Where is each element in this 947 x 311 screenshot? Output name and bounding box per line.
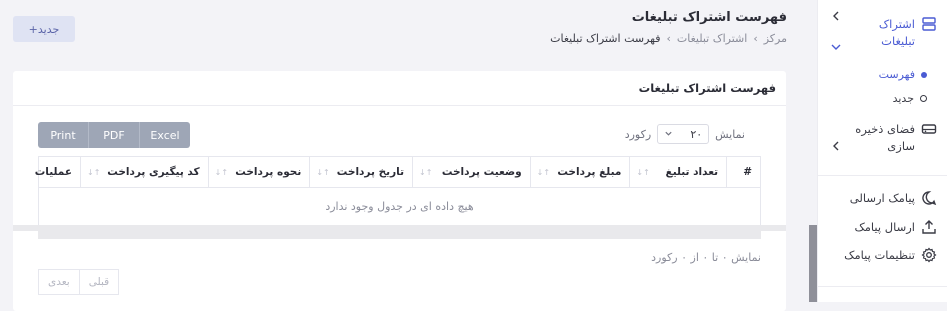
sort-icon: ↑↓ bbox=[536, 167, 551, 177]
export-button-group: Print PDF Excel bbox=[38, 122, 190, 148]
sidebar-item-ad-subscription[interactable]: اشتراک تبلیغات bbox=[855, 16, 937, 50]
horizontal-scrollbar[interactable] bbox=[13, 225, 786, 231]
sidebar-item-label: تنظیمات پیامک bbox=[844, 248, 915, 262]
table-header-row: # تعداد تبلیغ ↑↓ مبلغ پرداخت ↑↓ وضعیت پر… bbox=[35, 156, 761, 188]
chevron-left-icon bbox=[832, 10, 840, 24]
breadcrumb: مرکز › اشتراک تبلیغات › فهرست اشتراک تبل… bbox=[550, 32, 787, 45]
column-header-label: نحوه پرداخت bbox=[235, 166, 302, 178]
sidebar-item-sent-sms[interactable]: پیامک ارسالی bbox=[850, 190, 937, 206]
column-header-label: تاریخ پرداخت bbox=[336, 166, 405, 178]
column-header-payment-status[interactable]: وضعیت پرداخت ↑↓ bbox=[412, 157, 530, 187]
sidebar-item-sms-settings[interactable]: تنظیمات پیامک bbox=[844, 247, 937, 263]
column-header-payment-method[interactable]: نحوه پرداخت ↑↓ bbox=[207, 157, 310, 187]
card-divider bbox=[13, 105, 786, 106]
sidebar-subitem-label: جدید bbox=[892, 92, 914, 105]
sidebar-item-label: ارسال پیامک bbox=[854, 220, 915, 234]
list-card: فهرست اشتراک تبلیغات Print PDF Excel نما… bbox=[13, 71, 786, 311]
page-length-control: نمایش ۲۰ رکورد bbox=[625, 124, 745, 144]
sidebar-subitem-list[interactable]: فهرست bbox=[879, 68, 927, 81]
sidebar-divider bbox=[818, 286, 947, 287]
sort-icon: ↑↓ bbox=[316, 167, 330, 177]
sort-icon: ↑↓ bbox=[636, 167, 650, 177]
sidebar-divider bbox=[818, 175, 947, 176]
table-info: نمایش ۰ تا ۰ از ۰ رکورد bbox=[651, 251, 761, 264]
column-header-label: کد پیگیری پرداخت bbox=[107, 166, 200, 178]
print-button[interactable]: Print bbox=[38, 122, 88, 148]
column-header-actions: عملیات bbox=[35, 157, 80, 187]
message-circle-icon bbox=[921, 190, 937, 206]
column-header-label: تعداد تبلیغ bbox=[665, 166, 719, 178]
column-header-index[interactable]: # bbox=[726, 157, 760, 187]
next-page-button[interactable]: بعدی bbox=[38, 269, 79, 295]
breadcrumb-separator: › bbox=[666, 32, 671, 45]
excel-button[interactable]: Excel bbox=[139, 122, 190, 148]
server-icon bbox=[921, 16, 937, 32]
page-length-value: ۲۰ bbox=[690, 127, 703, 141]
column-header-label: مبلغ پرداخت bbox=[557, 166, 622, 178]
pdf-button[interactable]: PDF bbox=[88, 122, 139, 148]
breadcrumb-separator: › bbox=[753, 32, 758, 45]
chevron-down-icon bbox=[664, 129, 673, 140]
column-header-payment-date[interactable]: تاریخ پرداخت ↑↓ bbox=[309, 157, 412, 187]
sort-icon: ↑↓ bbox=[214, 167, 229, 177]
bullet-icon bbox=[920, 95, 927, 102]
sidebar-item-label: اشتراک تبلیغات bbox=[878, 17, 915, 48]
pagination: قبلی بعدی bbox=[38, 269, 120, 295]
sidebar-item-send-sms[interactable]: ارسال پیامک bbox=[854, 219, 937, 235]
sort-icon: ↑↓ bbox=[87, 167, 101, 177]
sidebar: اشتراک تبلیغات فهرست جدید فضای ذخیره ساز… bbox=[817, 0, 947, 302]
column-header-amount[interactable]: مبلغ پرداخت ↑↓ bbox=[529, 157, 630, 187]
length-records-label: رکورد bbox=[624, 127, 652, 141]
new-button[interactable]: +جدید bbox=[13, 16, 75, 42]
breadcrumb-current: فهرست اشتراک تبلیغات bbox=[550, 32, 661, 45]
page-scrollbar-thumb[interactable] bbox=[809, 225, 817, 302]
page-title: فهرست اشتراک تبلیغات bbox=[631, 10, 787, 25]
sidebar-item-label: فضای ذخیره سازی bbox=[855, 122, 915, 153]
sidebar-subitem-label: فهرست bbox=[878, 68, 915, 81]
card-title: فهرست اشتراک تبلیغات bbox=[638, 81, 776, 95]
breadcrumb-home[interactable]: مرکز bbox=[764, 32, 787, 45]
sidebar-item-storage[interactable]: فضای ذخیره سازی bbox=[845, 121, 937, 155]
bullet-icon bbox=[921, 71, 927, 78]
column-header-label: # bbox=[743, 166, 752, 178]
table-empty-message: هیچ داده ای در جدول وجود ندارد bbox=[38, 188, 761, 226]
chevron-down-icon bbox=[831, 40, 841, 54]
column-header-label: وضعیت پرداخت bbox=[441, 166, 522, 178]
chevron-left-icon bbox=[832, 140, 840, 154]
breadcrumb-ad-subscription[interactable]: اشتراک تبلیغات bbox=[677, 32, 747, 45]
gear-icon bbox=[921, 247, 937, 263]
column-header-ad-count[interactable]: تعداد تبلیغ ↑↓ bbox=[629, 157, 726, 187]
sidebar-item-label: پیامک ارسالی bbox=[849, 191, 915, 205]
sidebar-subitem-new[interactable]: جدید bbox=[893, 92, 927, 105]
column-header-tracking-code[interactable]: کد پیگیری پرداخت ↑↓ bbox=[80, 157, 208, 187]
length-show-label: نمایش bbox=[715, 127, 745, 141]
sort-icon: ↑↓ bbox=[419, 167, 433, 177]
page-length-select[interactable]: ۲۰ bbox=[657, 124, 710, 144]
upload-icon bbox=[921, 219, 937, 235]
column-header-label: عملیات bbox=[34, 166, 72, 178]
hard-drive-icon bbox=[921, 121, 937, 137]
previous-page-button[interactable]: قبلی bbox=[78, 269, 120, 295]
